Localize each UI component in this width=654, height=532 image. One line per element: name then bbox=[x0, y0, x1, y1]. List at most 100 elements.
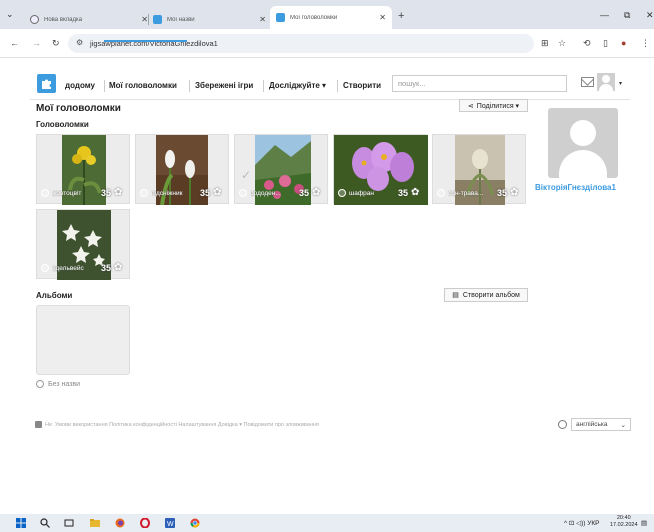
puzzle-title: шафран bbox=[349, 189, 374, 197]
page-title: Мої головоломки bbox=[36, 103, 121, 114]
puzzle-tile[interactable]: підсніжник 35 ✿ bbox=[135, 134, 230, 205]
globe-icon bbox=[30, 15, 39, 24]
file-explorer-icon[interactable] bbox=[90, 518, 100, 528]
puzzle-title: підсніжник bbox=[151, 189, 183, 197]
taskbar-clock[interactable]: 20:40 17.02.2024 bbox=[610, 515, 638, 529]
chevron-down-icon: ⌄ bbox=[620, 421, 626, 429]
clock-date: 17.02.2024 bbox=[610, 522, 638, 528]
nav-create[interactable]: Створити bbox=[343, 81, 381, 90]
search-input[interactable] bbox=[392, 75, 567, 92]
puzzle-title: жовтоцвіт bbox=[52, 189, 82, 197]
close-icon[interactable]: ✕ bbox=[379, 13, 386, 22]
clock-time: 20:40 bbox=[616, 515, 631, 521]
word-icon[interactable]: W bbox=[165, 518, 175, 528]
create-album-label: Створити альбом bbox=[462, 291, 520, 299]
site-header: додому Мої головоломки Збережені ігри До… bbox=[0, 58, 654, 100]
menu-kebab-icon[interactable]: ⋮ bbox=[641, 38, 650, 49]
avatar[interactable] bbox=[597, 73, 615, 91]
puzzles-heading: Головоломки bbox=[36, 120, 89, 129]
nav-explore[interactable]: Досліджуйте ▾ bbox=[269, 81, 326, 90]
globe-icon bbox=[338, 189, 346, 197]
share-button-label: Поділитися ▾ bbox=[476, 102, 520, 110]
puzzle-tile[interactable]: сон-трава... 35 ✿ bbox=[432, 134, 526, 205]
user-silhouette-icon bbox=[570, 120, 596, 146]
puzzle-tile[interactable]: жовтоцвіт 35 ✿ bbox=[36, 134, 130, 205]
puzzle-icon bbox=[276, 13, 285, 22]
puzzle-caption: підсніжник 35 ✿ bbox=[136, 186, 230, 200]
url-omnibox[interactable]: ⚙ jigsawplanet.com/VictoriaGniezdilova1 bbox=[68, 34, 534, 53]
puzzle-piece-icon: ✿ bbox=[213, 187, 222, 198]
puzzle-tile[interactable]: шафран 35 ✿ bbox=[333, 134, 428, 205]
footer-link-list[interactable]: Умови використання Політика конфіденційн… bbox=[55, 422, 319, 428]
language-value: англійська bbox=[576, 421, 608, 428]
profile-avatar[interactable] bbox=[548, 108, 618, 178]
language-select[interactable]: англійська ⌄ bbox=[571, 418, 631, 431]
windows-taskbar: W ^ ⊡ ◁)) УКР 20:40 17.02.2024 ▤ bbox=[0, 514, 654, 532]
puzzle-tile[interactable]: ✓ рододен... 35 ✿ bbox=[234, 134, 328, 205]
globe-icon bbox=[140, 189, 148, 197]
search-icon[interactable] bbox=[40, 518, 50, 528]
notifications-icon[interactable]: ▤ bbox=[641, 519, 647, 527]
facebook-icon[interactable] bbox=[35, 421, 42, 428]
bookmark-star-icon[interactable]: ☆ bbox=[558, 38, 566, 49]
facebook-label[interactable]: Не bbox=[45, 422, 52, 428]
globe-icon bbox=[36, 380, 44, 388]
nav-saved-games[interactable]: Збережені ігри bbox=[195, 81, 253, 90]
puzzle-title: едельвейс bbox=[52, 264, 84, 272]
browser-tabstrip: ⌄ Нова вкладка ✕ Мої назви ✕ Мої головол… bbox=[0, 0, 654, 29]
puzzle-tile[interactable]: едельвейс 35 ✿ bbox=[36, 209, 130, 280]
minimize-icon[interactable]: — bbox=[600, 10, 609, 20]
new-tab-button[interactable]: + bbox=[398, 10, 404, 22]
back-icon[interactable]: ← bbox=[10, 38, 19, 48]
album-tile[interactable] bbox=[36, 305, 130, 375]
address-bar: ← → ↻ ⚙ jigsawplanet.com/VictoriaGniezdi… bbox=[0, 29, 654, 58]
piece-count: 35 bbox=[299, 188, 310, 198]
tab-new-tab[interactable]: Нова вкладка ✕ bbox=[30, 10, 150, 29]
puzzle-piece-icon: ✿ bbox=[411, 187, 420, 198]
profile-username[interactable]: ВікторіяГнєзділова1 bbox=[535, 183, 616, 192]
share-icon: ⋖ bbox=[467, 102, 474, 110]
nav-active-indicator bbox=[104, 40, 187, 42]
translate-icon[interactable]: ⊞ bbox=[541, 38, 549, 49]
profile-icon[interactable]: ● bbox=[621, 38, 626, 48]
create-album-button[interactable]: ▤ Створити альбом bbox=[444, 288, 528, 302]
tab-my-puzzles[interactable]: Мої головоломки ✕ bbox=[270, 6, 392, 29]
header-divider bbox=[30, 99, 630, 100]
nav-home[interactable]: додому bbox=[65, 81, 95, 90]
share-button[interactable]: ⋖ Поділитися ▾ bbox=[459, 99, 528, 112]
close-icon[interactable]: ✕ bbox=[259, 15, 266, 24]
task-view-icon[interactable] bbox=[64, 518, 74, 528]
piece-count: 35 bbox=[101, 263, 112, 273]
firefox-icon[interactable] bbox=[115, 518, 125, 528]
nav-separator bbox=[337, 80, 338, 92]
album-caption[interactable]: Без назви bbox=[36, 380, 80, 388]
restore-icon[interactable]: ⧉ bbox=[624, 10, 630, 21]
opera-icon[interactable] bbox=[140, 518, 150, 528]
tab-my-names[interactable]: Мої назви ✕ bbox=[153, 10, 268, 29]
side-panel-icon[interactable]: ▯ bbox=[603, 38, 608, 49]
piece-count: 35 bbox=[200, 188, 211, 198]
puzzle-icon bbox=[153, 15, 162, 24]
site-info-icon[interactable]: ⚙ bbox=[76, 38, 83, 47]
reload-icon[interactable]: ↻ bbox=[52, 38, 60, 49]
piece-count: 35 bbox=[101, 188, 112, 198]
mail-icon[interactable] bbox=[581, 77, 594, 87]
chrome-icon[interactable] bbox=[190, 518, 200, 528]
close-window-icon[interactable]: ✕ bbox=[646, 10, 654, 21]
nav-separator bbox=[104, 80, 105, 92]
nav-my-puzzles[interactable]: Мої головоломки bbox=[109, 81, 177, 90]
globe-icon bbox=[41, 264, 49, 272]
document-icon: ▤ bbox=[452, 292, 459, 299]
tab-separator bbox=[148, 14, 149, 25]
windows-start-icon[interactable] bbox=[16, 518, 26, 528]
forward-icon[interactable]: → bbox=[32, 38, 41, 48]
user-menu-caret-icon[interactable]: ▾ bbox=[619, 80, 622, 87]
extensions-icon[interactable]: ⟲ bbox=[583, 38, 591, 49]
close-icon[interactable]: ✕ bbox=[141, 15, 148, 24]
puzzle-piece-icon: ✿ bbox=[114, 262, 123, 273]
globe-icon bbox=[558, 420, 567, 429]
system-tray[interactable]: ^ ⊡ ◁)) УКР bbox=[564, 519, 600, 527]
jigsaw-logo-icon[interactable] bbox=[37, 74, 56, 93]
tab-search-chevron-icon[interactable]: ⌄ bbox=[6, 9, 14, 20]
nav-separator bbox=[263, 80, 264, 92]
